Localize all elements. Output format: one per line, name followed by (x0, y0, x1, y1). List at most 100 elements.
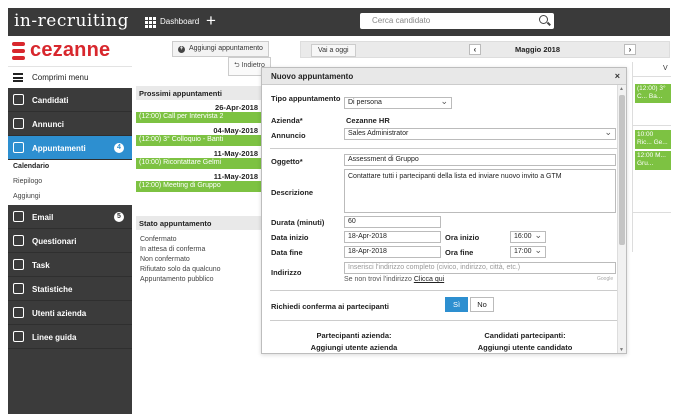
close-icon[interactable]: × (615, 71, 620, 81)
ora-inizio-select[interactable]: 16:00 (510, 231, 546, 243)
durata-input[interactable]: 60 (344, 216, 441, 228)
plus-circle-icon: + (178, 46, 185, 53)
sidebar-item-label: Utenti azienda (32, 309, 87, 318)
appointment-item[interactable]: (12:00) Meeting di Gruppo (136, 181, 262, 192)
weekday-header: V (663, 65, 668, 72)
indirizzo-label: Indirizzo (271, 268, 302, 277)
sidebar-item-task[interactable]: Task (8, 253, 132, 277)
status-item: Rifiutato solo da qualcuno (140, 266, 221, 273)
go-to-today-button[interactable]: Vai a oggi (311, 44, 356, 57)
data-inizio-label: Data inizio (271, 233, 309, 242)
indirizzo-input[interactable]: Inserisci l'indirizzo completo (civico, … (344, 262, 616, 274)
calendar-grid: V (12:00) 3° C... Ba... 10:00 Ric... Ge.… (632, 62, 671, 252)
sidebar-item-statistiche[interactable]: Statistiche (8, 277, 132, 301)
calendar-event[interactable]: 12:00 M... Gru... (635, 151, 671, 170)
add-icon[interactable]: + (206, 11, 216, 31)
submenu-item-calendario[interactable]: Calendario (8, 160, 132, 175)
submenu-item-aggiungi[interactable]: Aggiungi (8, 190, 132, 205)
data-fine-input[interactable]: 18-Apr-2018 (344, 246, 441, 258)
upcoming-title: Prossimi appuntamenti (136, 86, 262, 100)
scroll-up-icon[interactable]: ▲ (619, 86, 624, 92)
chart-icon (13, 283, 24, 294)
azienda-value: Cezanne HR (346, 116, 390, 125)
confirm-yes-button[interactable]: Sì (445, 297, 468, 312)
candidate-participants-label: Candidati partecipanti: (484, 331, 566, 340)
dialog-scrollbar[interactable]: ▲ ▼ (617, 85, 626, 353)
appointment-status-panel: Stato appuntamento Confermato In attesa … (136, 216, 262, 286)
add-appointment-button[interactable]: + Aggiungi appuntamento (172, 41, 269, 57)
annuncio-select[interactable]: Sales Administrator (344, 128, 616, 140)
month-label: Maggio 2018 (515, 45, 561, 54)
apps-grid-icon[interactable] (145, 17, 156, 28)
collapse-menu-button[interactable]: Comprimi menu (8, 66, 132, 88)
megaphone-icon (13, 118, 24, 129)
prev-month-button[interactable]: ‹ (469, 44, 481, 55)
new-appointment-dialog: Nuovo appuntamento × Tipo appuntamento D… (261, 67, 627, 354)
task-icon (13, 259, 24, 270)
back-arrow-icon: ⮌ (234, 62, 242, 69)
search-input[interactable]: Cerca candidato (360, 13, 554, 29)
azienda-label: Azienda* (271, 116, 303, 125)
sidebar-item-questionari[interactable]: Questionari (8, 229, 132, 253)
sidebar-item-label: Linee guida (32, 333, 77, 342)
count-badge: 5 (114, 212, 124, 222)
click-here-link[interactable]: Clicca qui (414, 276, 444, 283)
sidebar-item-annunci[interactable]: Annunci (8, 112, 132, 136)
sidebar-item-label: Statistiche (32, 285, 73, 294)
submenu-item-riepilogo[interactable]: Riepilogo (8, 175, 132, 190)
brand-mark-icon (12, 42, 25, 60)
brand-name: cezanne (30, 39, 111, 61)
brand-logo: cezanne (8, 36, 132, 66)
next-month-button[interactable]: › (624, 44, 636, 55)
conferma-label: Richiedi conferma ai partecipanti (271, 302, 389, 311)
oggetto-label: Oggetto* (271, 157, 303, 166)
company-participants-label: Partecipanti azienda: (316, 331, 392, 340)
sidebar-item-label: Email (32, 213, 54, 222)
sidebar-submenu: Calendario Riepilogo Aggiungi (8, 160, 132, 205)
appointment-item[interactable]: (12:00) Call per Intervista 2 (136, 112, 262, 123)
data-inizio-input[interactable]: 18-Apr-2018 (344, 231, 441, 243)
sidebar-item-linee-guida[interactable]: Linee guida (8, 325, 132, 349)
sidebar-item-label: Candidati (32, 96, 69, 105)
sidebar-item-appuntamenti[interactable]: Appuntamenti 4 (8, 136, 132, 160)
address-hint-text: Se non trovi l'indirizzo (344, 276, 412, 283)
appointment-item[interactable]: (10:00) Ricontattare Gelmi (136, 158, 262, 169)
status-item: Confermato (140, 236, 177, 243)
scroll-down-icon[interactable]: ▼ (619, 347, 624, 353)
oggetto-input[interactable]: Assessment di Gruppo (344, 154, 616, 166)
tipo-select[interactable]: Di persona (344, 97, 452, 109)
calendar-event[interactable]: (12:00) 3° C... Ba... (635, 84, 671, 103)
sidebar-item-candidati[interactable]: Candidati (8, 88, 132, 112)
sidebar-item-utenti-azienda[interactable]: Utenti azienda (8, 301, 132, 325)
guide-icon (13, 331, 24, 342)
calendar-toolbar: Vai a oggi ‹ Maggio 2018 › (300, 41, 670, 58)
sidebar-item-label: Task (32, 261, 50, 270)
search-icon[interactable] (539, 15, 548, 24)
add-candidate-user-link[interactable]: Aggiungi utente candidato (455, 343, 595, 352)
ora-inizio-label: Ora inizio (445, 233, 480, 242)
status-item: Appuntamento pubblico (140, 276, 214, 283)
sidebar-item-email[interactable]: Email 5 (8, 205, 132, 229)
confirm-no-button[interactable]: No (470, 297, 494, 312)
count-badge: 4 (114, 143, 124, 153)
sidebar: cezanne Comprimi menu Candidati Annunci … (8, 36, 132, 414)
sidebar-item-label: Annunci (32, 120, 64, 129)
add-company-user-link[interactable]: Aggiungi utente azienda (284, 343, 424, 352)
status-item: Non confermato (140, 256, 190, 263)
app-logo[interactable]: in-recruiting (14, 11, 129, 31)
ora-fine-select[interactable]: 17:00 (510, 246, 546, 258)
upcoming-appointments-panel: Prossimi appuntamenti 26-Apr-2018 (12:00… (136, 86, 262, 192)
scrollbar-thumb[interactable] (619, 95, 625, 245)
questionnaire-icon (13, 235, 24, 246)
data-fine-label: Data fine (271, 248, 303, 257)
dashboard-link[interactable]: Dashboard (160, 17, 199, 26)
appointment-item[interactable]: (12:00) 3° Colloquio - Banti (136, 135, 262, 146)
collapse-menu-label: Comprimi menu (32, 73, 89, 82)
address-hint: Se non trovi l'indirizzo Clicca qui (344, 276, 444, 283)
users-icon (13, 307, 24, 318)
calendar-event[interactable]: 10:00 Ric... Ge... (635, 130, 671, 149)
descrizione-textarea[interactable]: Contattare tutti i partecipanti della li… (344, 169, 616, 213)
add-appointment-label: Aggiungi appuntamento (189, 45, 263, 52)
sidebar-item-label: Appuntamenti (32, 144, 86, 153)
appointment-date: 26-Apr-2018 (215, 103, 258, 112)
